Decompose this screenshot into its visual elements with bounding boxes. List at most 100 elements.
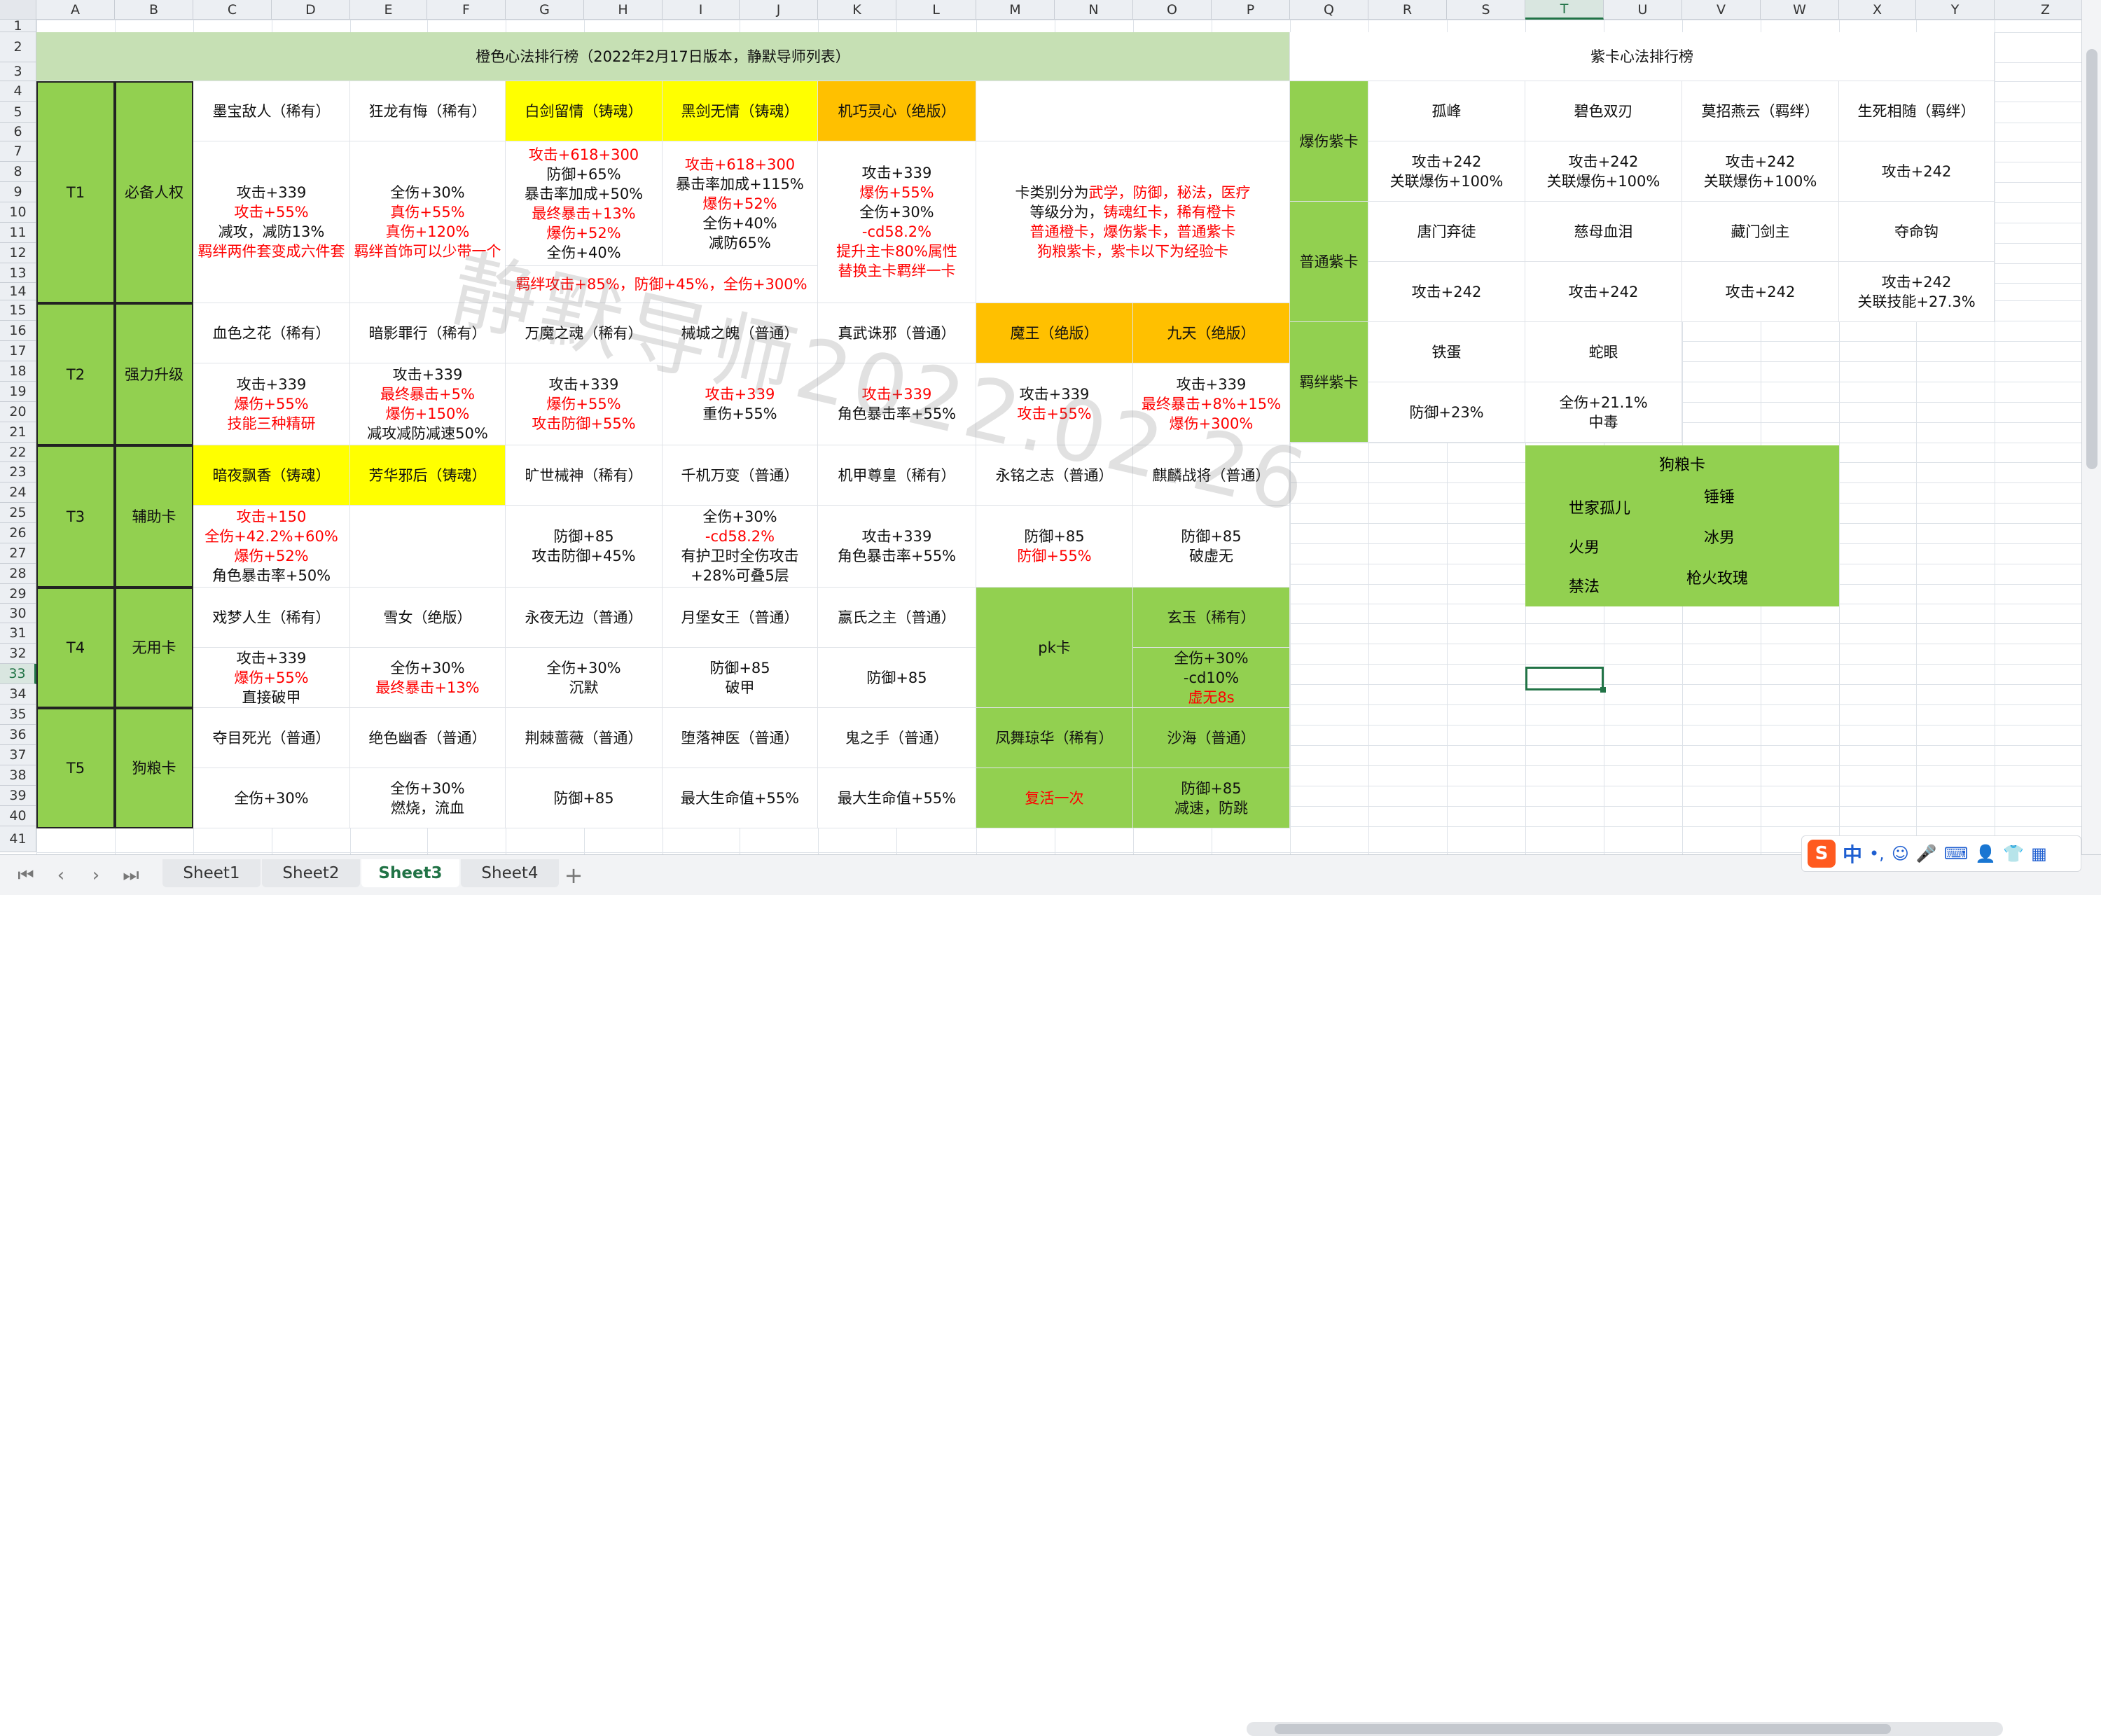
cell-t8[interactable]: 攻击+242 关联爆伤+100% — [1525, 141, 1682, 202]
cell-g13[interactable]: 羁绊攻击+85%，防御+45%，全伤+300% — [506, 266, 818, 303]
cell-e5[interactable]: 狂龙有悔（稀有） — [350, 81, 506, 141]
cell-m36[interactable]: 凤舞琼华（稀有） — [976, 708, 1133, 768]
row-header-17[interactable]: 17 — [0, 341, 36, 361]
ime-toolbar[interactable]: S 中 •, ☺ 🎤 ⌨ 👤 👕 ▦ — [1801, 835, 2081, 872]
cell-c38[interactable]: 全伤+30% — [193, 768, 350, 828]
cell-m38[interactable]: 复活一次 — [976, 768, 1133, 828]
skin-icon[interactable]: 👕 — [2003, 844, 2024, 863]
row-header-4[interactable]: 4 — [0, 81, 36, 102]
row-header-11[interactable]: 11 — [0, 223, 36, 243]
cell-c5[interactable]: 墨宝敌人（稀有） — [193, 81, 350, 141]
cell-e30[interactable]: 雪女（绝版） — [350, 588, 506, 648]
column-header-I[interactable]: I — [663, 0, 740, 20]
cell-o23[interactable]: 麒麟战将（普通） — [1133, 445, 1290, 506]
row-header-7[interactable]: 7 — [0, 141, 36, 162]
cell-c19[interactable]: 攻击+339 爆伤+55% 技能三种精研 — [193, 363, 350, 445]
cell-x5[interactable]: 生死相随（羁绊） — [1839, 81, 1995, 141]
cell-k30[interactable]: 嬴氏之主（普通） — [818, 588, 976, 648]
cell-k23[interactable]: 机甲尊皇（稀有） — [818, 445, 976, 506]
column-header-N[interactable]: N — [1055, 0, 1133, 20]
cell-t19[interactable]: 全伤+21.1% 中毒 — [1525, 382, 1682, 443]
row-header-14[interactable]: 14 — [0, 283, 36, 300]
cell-r13[interactable]: 攻击+242 — [1368, 262, 1525, 322]
add-sheet-icon[interactable]: + — [563, 862, 584, 889]
row-header-33[interactable]: 33 — [0, 664, 36, 684]
cell-i23[interactable]: 千机万变（普通） — [663, 445, 818, 506]
cell-k5[interactable]: 机巧灵心（绝版） — [818, 81, 976, 141]
cell-g32[interactable]: 全伤+30% 沉默 — [506, 648, 663, 708]
row-header-34[interactable]: 34 — [0, 684, 36, 704]
cell-t5[interactable]: 碧色双刃 — [1525, 81, 1682, 141]
cell-tier-t1[interactable]: T1 — [36, 81, 115, 303]
user-icon[interactable]: 👤 — [1975, 844, 1996, 863]
cell-o26[interactable]: 防御+85 破虚无 — [1133, 506, 1290, 588]
cell-i16[interactable]: 械城之魄（普通） — [663, 303, 818, 363]
cell-o19[interactable]: 攻击+339 最终暴击+8%+15% 爆伤+300% — [1133, 363, 1290, 445]
cell-g30[interactable]: 永夜无边（普通） — [506, 588, 663, 648]
cell-k38[interactable]: 最大生命值+55% — [818, 768, 976, 828]
row-header-30[interactable]: 30 — [0, 604, 36, 623]
cell-tier-t2[interactable]: T2 — [36, 303, 115, 445]
cell-i26[interactable]: 全伤+30% -cd58.2% 有护卫时全伤攻击 +28%可叠5层 — [663, 506, 818, 588]
cell-m19[interactable]: 攻击+339 攻击+55% — [976, 363, 1133, 445]
row-header-31[interactable]: 31 — [0, 623, 36, 644]
cell-e26[interactable] — [350, 506, 506, 588]
row-header-25[interactable]: 25 — [0, 503, 36, 523]
row-header-19[interactable]: 19 — [0, 382, 36, 402]
cell-e32[interactable]: 全伤+30% 最终暴击+13% — [350, 648, 506, 708]
cell-k19[interactable]: 攻击+339 角色暴击率+55% — [818, 363, 976, 445]
cell-m16[interactable]: 魔王（绝版） — [976, 303, 1133, 363]
cell-t11[interactable]: 慈母血泪 — [1525, 202, 1682, 262]
cell-g16[interactable]: 万魔之魂（稀有） — [506, 303, 663, 363]
cell-i30[interactable]: 月堡女王（普通） — [663, 588, 818, 648]
column-header-U[interactable]: U — [1604, 0, 1682, 20]
row-header-39[interactable]: 39 — [0, 786, 36, 806]
row-header-20[interactable]: 20 — [0, 402, 36, 422]
cell-g8[interactable]: 攻击+618+300 防御+65% 暴击率加成+50% 最终暴击+13% 爆伤+52% 全… — [506, 141, 663, 266]
cell-c32[interactable]: 攻击+339 爆伤+55% 直接破甲 — [193, 648, 350, 708]
punctuation-icon[interactable]: •, — [1869, 844, 1885, 863]
cell-tier-t1-name[interactable]: 必备人权 — [115, 81, 193, 303]
cell-k26[interactable]: 攻击+339 角色暴击率+55% — [818, 506, 976, 588]
row-header-41[interactable]: 41 — [0, 826, 36, 852]
cell-i32[interactable]: 防御+85 破甲 — [663, 648, 818, 708]
cell-g5[interactable]: 白剑留情（铸魂） — [506, 81, 663, 141]
tab-sheet3[interactable]: Sheet3 — [361, 859, 459, 887]
column-header-K[interactable]: K — [818, 0, 896, 20]
cell-g23[interactable]: 旷世械神（稀有） — [506, 445, 663, 506]
next-sheet-icon[interactable]: › — [85, 865, 106, 886]
tab-sheet1[interactable]: Sheet1 — [162, 859, 261, 887]
cell-c26[interactable]: 攻击+150 全伤+42.2%+60% 爆伤+52% 角色暴击率+50% — [193, 506, 350, 588]
row-header-15[interactable]: 15 — [0, 300, 36, 321]
row-header-3[interactable]: 3 — [0, 62, 36, 81]
cell-m26[interactable]: 防御+85 防御+55% — [976, 506, 1133, 588]
row-header-12[interactable]: 12 — [0, 243, 36, 263]
emoji-icon[interactable]: ☺ — [1892, 844, 1909, 863]
column-header-S[interactable]: S — [1447, 0, 1525, 20]
row-header-2[interactable]: 2 — [0, 32, 36, 62]
column-header-Y[interactable]: Y — [1916, 0, 1995, 20]
cell-e36[interactable]: 绝色幽香（普通） — [350, 708, 506, 768]
row-header-32[interactable]: 32 — [0, 644, 36, 664]
row-header-37[interactable]: 37 — [0, 745, 36, 765]
cell-c8[interactable]: 攻击+339 攻击+55% 减攻，减防13% 羁绊两件套变成六件套 — [193, 141, 350, 303]
cell-e8[interactable]: 全伤+30% 真伤+55% 真伤+120% 羁绊首饰可以少带一个 — [350, 141, 506, 303]
row-header-36[interactable]: 36 — [0, 725, 36, 745]
row-header-13[interactable]: 13 — [0, 263, 36, 283]
active-cell-t33[interactable] — [1525, 667, 1606, 693]
tab-sheet4[interactable]: Sheet4 — [461, 859, 559, 887]
ime-mode-toggle[interactable]: 中 — [1843, 840, 1862, 868]
row-header-40[interactable]: 40 — [0, 806, 36, 826]
row-header-9[interactable]: 9 — [0, 182, 36, 202]
cell-r8[interactable]: 攻击+242 关联爆伤+100% — [1368, 141, 1525, 202]
row-header-22[interactable]: 22 — [0, 443, 36, 462]
column-header-H[interactable]: H — [584, 0, 663, 20]
cell-i19[interactable]: 攻击+339 重伤+55% — [663, 363, 818, 445]
cell-k8[interactable]: 攻击+339 爆伤+55% 全伤+30% -cd58.2% 提升主卡80%属性 替换主卡羁… — [818, 141, 976, 303]
row-header-18[interactable]: 18 — [0, 361, 36, 382]
row-header-5[interactable]: 5 — [0, 102, 36, 123]
cell-i38[interactable]: 最大生命值+55% — [663, 768, 818, 828]
cell-tier-t5[interactable]: T5 — [36, 708, 115, 828]
column-header-P[interactable]: P — [1212, 0, 1290, 20]
cell-c30[interactable]: 戏梦人生（稀有） — [193, 588, 350, 648]
